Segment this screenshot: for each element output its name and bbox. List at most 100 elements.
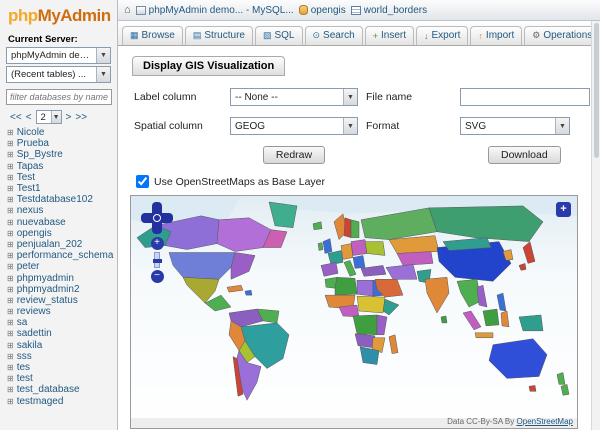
database-item[interactable]: ⊞test [0, 373, 117, 384]
database-item[interactable]: ⊞Tapas [0, 161, 117, 172]
expand-plus-icon[interactable]: ⊞ [7, 397, 14, 406]
database-item[interactable]: ⊞reviews [0, 306, 117, 317]
expand-plus-icon[interactable]: ⊞ [7, 184, 14, 193]
page-next-link[interactable]: > [66, 112, 72, 123]
database-item[interactable]: ⊞phpmyadmin [0, 272, 117, 283]
database-item[interactable]: ⊞nuevabase [0, 217, 117, 228]
database-item[interactable]: ⊞Testdatabase102 [0, 194, 117, 205]
zoom-in-button[interactable]: + [151, 237, 164, 250]
scrollbar-thumb[interactable] [594, 23, 599, 158]
database-name[interactable]: Test [17, 172, 35, 183]
database-name[interactable]: Testdatabase102 [17, 194, 93, 205]
database-name[interactable]: phpmyadmin [17, 273, 74, 284]
database-name[interactable]: phpmyadmin2 [17, 284, 80, 295]
recent-tables-select[interactable]: (Recent tables) ... ▼ [6, 66, 111, 83]
database-item[interactable]: ⊞sadettin [0, 328, 117, 339]
database-name[interactable]: penjualan_202 [17, 239, 83, 250]
tab-sql[interactable]: ▧SQL [255, 26, 303, 45]
zoom-slider[interactable] [154, 252, 160, 268]
database-item[interactable]: ⊞Test1 [0, 183, 117, 194]
expand-plus-icon[interactable]: ⊞ [7, 128, 14, 137]
breadcrumb-database[interactable]: opengis [299, 5, 346, 16]
filter-databases-input[interactable] [6, 89, 112, 105]
expand-plus-icon[interactable]: ⊞ [7, 173, 14, 182]
database-name[interactable]: test_database [17, 384, 80, 395]
breadcrumb-table[interactable]: world_borders [351, 5, 427, 16]
redraw-button[interactable]: Redraw [263, 146, 325, 164]
osm-base-layer-checkbox[interactable] [136, 175, 149, 188]
database-name[interactable]: review_status [17, 295, 78, 306]
home-icon[interactable]: ⌂ [124, 4, 131, 16]
database-name[interactable]: tes [17, 362, 30, 373]
expand-plus-icon[interactable]: ⊞ [7, 329, 14, 338]
tab-structure[interactable]: ▤Structure [185, 26, 253, 45]
spatial-column-select[interactable]: GEOG ▼ [230, 117, 358, 135]
database-item[interactable]: ⊞Nicole [0, 127, 117, 138]
tab-import[interactable]: ↑Import [470, 26, 522, 45]
expand-plus-icon[interactable]: ⊞ [7, 352, 14, 361]
phpmyadmin-logo[interactable]: phpMyAdmin [0, 4, 117, 30]
file-name-input[interactable] [460, 88, 590, 106]
expand-plus-icon[interactable]: ⊞ [7, 296, 14, 305]
expand-plus-icon[interactable]: ⊞ [7, 385, 14, 394]
database-name[interactable]: Prueba [17, 138, 49, 149]
database-name[interactable]: nexus [17, 205, 44, 216]
database-item[interactable]: ⊞sakila [0, 340, 117, 351]
database-name[interactable]: testmaged [17, 396, 64, 407]
database-name[interactable]: sadettin [17, 328, 52, 339]
main-scrollbar[interactable] [591, 21, 600, 430]
database-item[interactable]: ⊞Test [0, 172, 117, 183]
server-select[interactable]: phpMyAdmin demo - My... ▼ [6, 47, 111, 64]
page-prev-link[interactable]: < [26, 112, 32, 123]
tab-search[interactable]: ⊙Search [305, 26, 363, 45]
database-item[interactable]: ⊞sa [0, 317, 117, 328]
database-name[interactable]: peter [17, 261, 40, 272]
tab-browse[interactable]: ▦Browse [122, 26, 183, 45]
expand-plus-icon[interactable]: ⊞ [7, 363, 14, 372]
database-name[interactable]: reviews [17, 306, 51, 317]
database-item[interactable]: ⊞sss [0, 351, 117, 362]
expand-plus-icon[interactable]: ⊞ [7, 206, 14, 215]
expand-plus-icon[interactable]: ⊞ [7, 262, 14, 271]
database-item[interactable]: ⊞test_database [0, 384, 117, 395]
database-name[interactable]: sa [17, 317, 28, 328]
map-maximize-button[interactable]: + [556, 202, 571, 217]
zoom-slider-handle[interactable] [153, 259, 162, 263]
database-name[interactable]: sss [17, 351, 32, 362]
expand-plus-icon[interactable]: ⊞ [7, 318, 14, 327]
database-item[interactable]: ⊞peter [0, 261, 117, 272]
tab-insert[interactable]: +Insert [365, 26, 414, 45]
expand-plus-icon[interactable]: ⊞ [7, 195, 14, 204]
database-item[interactable]: ⊞nexus [0, 205, 117, 216]
database-name[interactable]: Tapas [17, 161, 44, 172]
database-item[interactable]: ⊞Prueba [0, 138, 117, 149]
database-name[interactable]: opengis [17, 228, 52, 239]
expand-plus-icon[interactable]: ⊞ [7, 150, 14, 159]
zoom-out-button[interactable]: − [151, 270, 164, 283]
database-item[interactable]: ⊞testmaged [0, 396, 117, 407]
database-item[interactable]: ⊞penjualan_202 [0, 239, 117, 250]
page-first-link[interactable]: << [10, 112, 22, 123]
download-button[interactable]: Download [488, 146, 561, 164]
database-name[interactable]: performance_schema [17, 250, 114, 261]
expand-plus-icon[interactable]: ⊞ [7, 341, 14, 350]
page-number-select[interactable]: 2 ▼ [36, 110, 62, 124]
tab-export[interactable]: ↓Export [416, 26, 468, 45]
pan-arrows-control[interactable] [141, 202, 173, 234]
expand-plus-icon[interactable]: ⊞ [7, 162, 14, 171]
database-name[interactable]: Test1 [17, 183, 41, 194]
expand-plus-icon[interactable]: ⊞ [7, 139, 14, 148]
world-map-svg[interactable] [131, 196, 577, 428]
gis-map-viewport[interactable]: + − + Data CC-By-SA By OpenStreetMap [130, 195, 578, 429]
expand-plus-icon[interactable]: ⊞ [7, 229, 14, 238]
expand-plus-icon[interactable]: ⊞ [7, 274, 14, 283]
database-item[interactable]: ⊞opengis [0, 228, 117, 239]
database-item[interactable]: ⊞Sp_Bystre [0, 149, 117, 160]
database-item[interactable]: ⊞performance_schema [0, 250, 117, 261]
expand-plus-icon[interactable]: ⊞ [7, 240, 14, 249]
page-last-link[interactable]: >> [75, 112, 87, 123]
expand-plus-icon[interactable]: ⊞ [7, 251, 14, 260]
database-name[interactable]: Nicole [17, 127, 45, 138]
database-item[interactable]: ⊞phpmyadmin2 [0, 284, 117, 295]
database-name[interactable]: nuevabase [17, 217, 66, 228]
